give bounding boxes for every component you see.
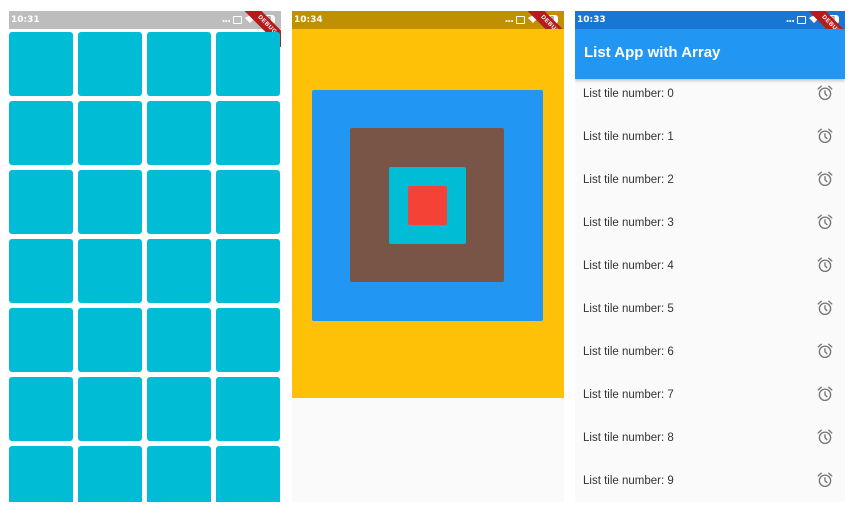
grid-tile[interactable] <box>78 101 142 165</box>
sim-icon <box>797 15 806 24</box>
app-bar-title: List App with Array <box>584 44 721 61</box>
list-tile[interactable]: List tile number: 2 <box>575 165 845 208</box>
list-tile-title: List tile number: 5 <box>583 303 674 315</box>
list-tile[interactable]: List tile number: 5 <box>575 294 845 337</box>
app-bar: List App with Array <box>575 29 845 79</box>
grid-tile[interactable] <box>9 377 73 441</box>
list-tile[interactable]: List tile number: 6 <box>575 337 845 380</box>
screen-nested-squares: 10:34 ... 88 DEBUG <box>292 11 564 502</box>
grid-tile[interactable] <box>78 308 142 372</box>
status-bar: 10:31 ... 88 <box>9 11 281 29</box>
grid-tile[interactable] <box>9 101 73 165</box>
list-tile-title: List tile number: 4 <box>583 260 674 272</box>
alarm-clock-icon[interactable] <box>816 213 834 231</box>
list-tile[interactable]: List tile number: 0 <box>575 79 845 122</box>
list-tile-title: List tile number: 1 <box>583 131 674 143</box>
list-tile-title: List tile number: 3 <box>583 217 674 229</box>
alarm-clock-icon[interactable] <box>816 471 834 489</box>
grid-tile[interactable] <box>9 170 73 234</box>
list-tile-title: List tile number: 2 <box>583 174 674 186</box>
screen-grid-app: 10:31 ... 88 DEBUG <box>9 11 281 502</box>
alarm-clock-icon[interactable] <box>816 385 834 403</box>
list-tile[interactable]: List tile number: 3 <box>575 208 845 251</box>
grid-tile[interactable] <box>9 239 73 303</box>
grid-tile[interactable] <box>9 446 73 502</box>
list-tile[interactable]: List tile number: 9 <box>575 466 845 502</box>
red-square <box>408 186 447 225</box>
sim-icon <box>516 15 525 24</box>
grid-tile[interactable] <box>78 446 142 502</box>
grid-tile[interactable] <box>78 32 142 96</box>
alarm-clock-icon[interactable] <box>816 342 834 360</box>
grid-tile[interactable] <box>78 377 142 441</box>
grid-tile[interactable] <box>78 239 142 303</box>
alarm-clock-icon[interactable] <box>816 256 834 274</box>
overflow-icon: ... <box>221 14 231 25</box>
grid-tile[interactable] <box>147 377 211 441</box>
grid-tile[interactable] <box>147 239 211 303</box>
grid-tile[interactable] <box>147 32 211 96</box>
tile-grid <box>9 32 280 502</box>
alarm-clock-icon[interactable] <box>816 84 834 102</box>
grid-tile[interactable] <box>216 446 280 502</box>
status-time: 10:33 <box>577 15 606 25</box>
list-tile[interactable]: List tile number: 1 <box>575 122 845 165</box>
grid-tile[interactable] <box>147 308 211 372</box>
status-time: 10:31 <box>11 15 40 25</box>
alarm-clock-icon[interactable] <box>816 299 834 317</box>
status-bar: 10:34 ... 88 <box>292 11 564 29</box>
sim-icon <box>233 15 242 24</box>
grid-tile[interactable] <box>216 32 280 96</box>
grid-tile[interactable] <box>9 308 73 372</box>
list-tile-title: List tile number: 7 <box>583 389 674 401</box>
grid-tile[interactable] <box>216 170 280 234</box>
grid-tile[interactable] <box>147 446 211 502</box>
status-bar: 10:33 ... 88 <box>575 11 845 29</box>
list-tile-title: List tile number: 6 <box>583 346 674 358</box>
screen-list-app: 10:33 ... 88 DEBUG List App with Array L… <box>575 11 845 502</box>
grid-tile[interactable] <box>147 101 211 165</box>
yellow-container <box>292 29 564 398</box>
status-time: 10:34 <box>294 15 323 25</box>
grid-tile[interactable] <box>78 170 142 234</box>
tile-list: List tile number: 0 List tile number: 1 … <box>575 79 845 502</box>
list-tile-title: List tile number: 8 <box>583 432 674 444</box>
alarm-clock-icon[interactable] <box>816 127 834 145</box>
alarm-clock-icon[interactable] <box>816 170 834 188</box>
grid-tile[interactable] <box>147 170 211 234</box>
list-tile[interactable]: List tile number: 7 <box>575 380 845 423</box>
alarm-clock-icon[interactable] <box>816 428 834 446</box>
list-tile[interactable]: List tile number: 8 <box>575 423 845 466</box>
grid-tile[interactable] <box>216 377 280 441</box>
overflow-icon: ... <box>504 14 514 25</box>
grid-tile[interactable] <box>9 32 73 96</box>
grid-tile[interactable] <box>216 239 280 303</box>
list-tile-title: List tile number: 0 <box>583 88 674 100</box>
grid-tile[interactable] <box>216 308 280 372</box>
grid-tile[interactable] <box>216 101 280 165</box>
overflow-icon: ... <box>785 14 795 25</box>
list-tile[interactable]: List tile number: 4 <box>575 251 845 294</box>
list-tile-title: List tile number: 9 <box>583 475 674 487</box>
